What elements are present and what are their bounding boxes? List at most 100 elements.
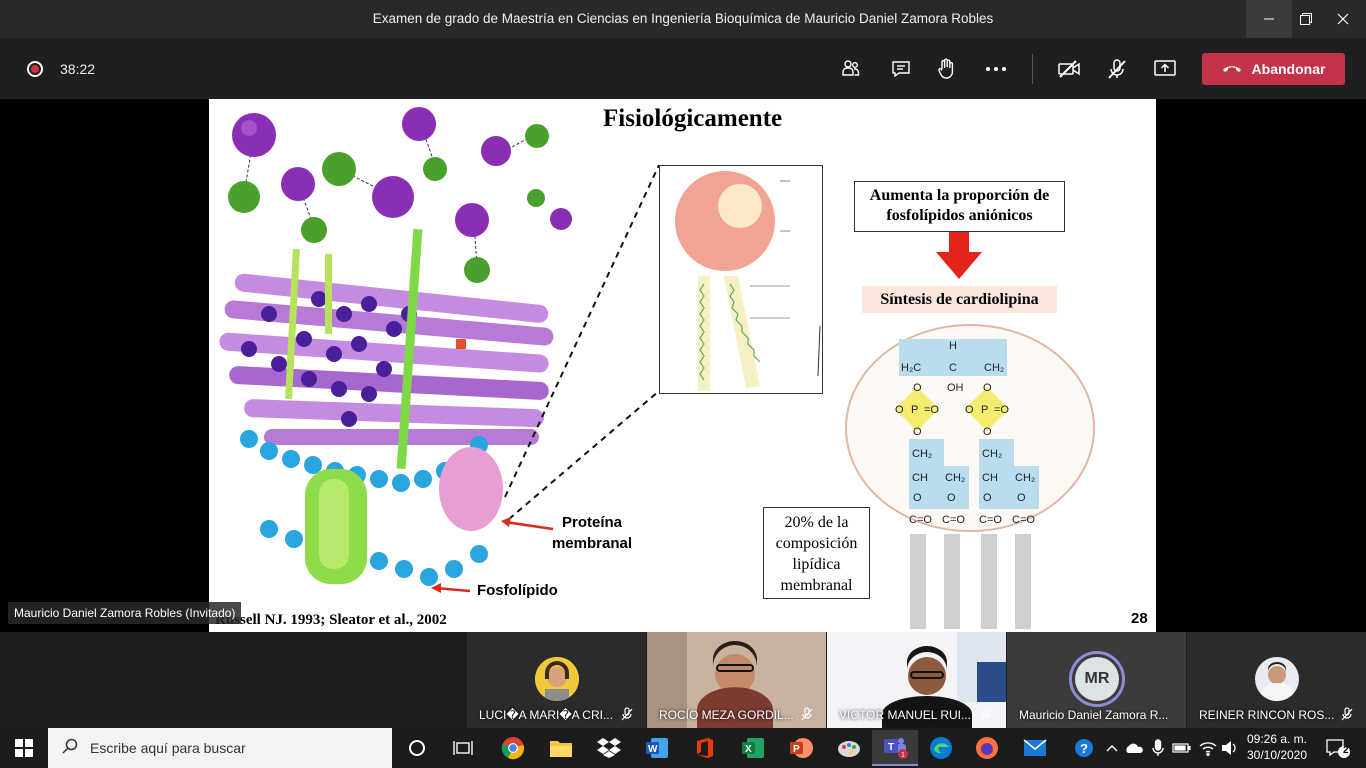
svg-text:=O: =O	[994, 404, 1009, 416]
svg-text:O: O	[983, 382, 992, 394]
svg-text:O: O	[947, 492, 956, 504]
label-membrane-protein: Proteína membranal	[551, 514, 633, 552]
svg-text:O: O	[913, 426, 922, 438]
onedrive-icon[interactable]	[1124, 738, 1144, 758]
callout-cardiolipin-synthesis: Síntesis de cardiolipina	[862, 286, 1057, 313]
svg-text:O: O	[913, 382, 922, 394]
help-icon[interactable]: ?	[1074, 738, 1094, 758]
paint-icon[interactable]	[826, 730, 872, 766]
mic-off-icon	[800, 707, 816, 723]
notification-center-icon[interactable]: 2	[1320, 732, 1354, 764]
teams-icon[interactable]: T1	[872, 730, 918, 766]
mic-off-icon[interactable]	[1104, 56, 1130, 82]
more-options-icon[interactable]	[983, 56, 1009, 82]
participant-name: Mauricio Daniel Zamora R...	[1019, 708, 1169, 722]
chrome-icon[interactable]	[490, 730, 536, 766]
hang-up-icon	[1222, 61, 1242, 77]
firefox-icon[interactable]	[964, 730, 1010, 766]
svg-text:O: O	[1017, 492, 1026, 504]
svg-text:P: P	[911, 404, 918, 416]
excel-icon[interactable]: X	[730, 730, 776, 766]
clock-time: 09:26 a. m.	[1246, 732, 1308, 746]
participant-tile[interactable]: REINER RINCON ROS...	[1187, 632, 1366, 728]
svg-text:OH: OH	[947, 382, 964, 394]
dropbox-icon[interactable]	[586, 730, 632, 766]
composition-note: 20% de la composición lipídica membranal	[763, 507, 870, 599]
mic-off-icon	[980, 707, 996, 723]
svg-text:C: C	[949, 362, 957, 374]
avatar: MR	[1069, 651, 1125, 707]
presenter-name-label: Mauricio Daniel Zamora Robles (Invitado)	[8, 602, 242, 624]
svg-text:O: O	[983, 426, 992, 438]
cardiolipin-structure: H H₂C C CH₂ OH OO O P =O O P =O OO CH₂ CH₂ CH CH…	[845, 324, 1095, 629]
windows-start-icon[interactable]	[0, 728, 48, 768]
callout-anionic-phospholipids: Aumenta la proporción de fosfolípidos an…	[854, 181, 1065, 232]
microphone-icon[interactable]	[1148, 738, 1168, 758]
svg-text:O: O	[913, 492, 922, 504]
camera-off-icon[interactable]	[1056, 56, 1082, 82]
svg-text:W: W	[648, 744, 658, 755]
svg-text:X: X	[745, 744, 752, 755]
svg-text:CH₂: CH₂	[984, 362, 1004, 374]
ions-illustration	[228, 107, 572, 283]
svg-text:C=O: C=O	[942, 514, 965, 526]
taskbar-clock[interactable]: 09:26 a. m. 30/10/2020	[1244, 731, 1310, 763]
window-titlebar: Examen de grado de Maestría en Ciencias …	[0, 0, 1366, 38]
toolbar-separator	[1032, 54, 1033, 84]
svg-text:CH: CH	[912, 472, 928, 484]
participant-tile[interactable]: VICTOR MANUEL RUI...	[827, 632, 1006, 728]
participant-name: REINER RINCON ROS...	[1199, 708, 1335, 722]
participant-name: ROCÍO MEZA GORDIL...	[659, 708, 794, 722]
share-screen-icon[interactable]	[1152, 56, 1178, 82]
search-icon	[62, 738, 78, 759]
svg-text:?: ?	[1080, 741, 1088, 756]
wifi-icon[interactable]	[1198, 738, 1218, 758]
avatar-initials: MR	[1075, 657, 1119, 701]
search-placeholder: Escribe aquí para buscar	[90, 740, 246, 756]
chat-icon[interactable]	[888, 56, 914, 82]
svg-text:H: H	[949, 340, 957, 352]
file-explorer-icon[interactable]	[538, 730, 584, 766]
participant-name: VICTOR MANUEL RUI...	[839, 708, 972, 722]
mail-icon[interactable]	[1012, 730, 1058, 766]
meeting-timer: 38:22	[60, 61, 96, 77]
svg-text:=O: =O	[924, 404, 939, 416]
svg-text:T: T	[888, 742, 894, 753]
close-button[interactable]	[1320, 0, 1366, 38]
svg-text:1: 1	[901, 752, 905, 759]
window-title: Examen de grado de Maestría en Ciencias …	[372, 11, 994, 26]
svg-text:CH₂: CH₂	[945, 472, 965, 484]
volume-icon[interactable]	[1220, 738, 1240, 758]
participant-tile[interactable]: ROCÍO MEZA GORDIL...	[647, 632, 826, 728]
notification-count: 2	[1343, 745, 1349, 756]
raise-hand-icon[interactable]	[934, 56, 960, 82]
avatar	[535, 657, 579, 701]
svg-text:C=O: C=O	[909, 514, 932, 526]
word-icon[interactable]: W	[634, 730, 680, 766]
taskbar-search-box[interactable]: Escribe aquí para buscar	[48, 728, 392, 768]
leave-call-label: Abandonar	[1251, 61, 1326, 77]
powerpoint-icon[interactable]: P	[778, 730, 824, 766]
mic-off-icon	[620, 707, 636, 723]
cortana-icon[interactable]	[394, 730, 440, 766]
membrane-illustration	[219, 229, 554, 586]
participant-tile[interactable]: LUCI�A MARI�A CRI...	[467, 632, 646, 728]
svg-text:CH₂: CH₂	[982, 448, 1002, 460]
shared-slide: H H₂C C CH₂ OH OO O P =O O P =O OO CH₂ CH₂ CH CH…	[209, 99, 1156, 632]
task-view-icon[interactable]	[440, 730, 486, 766]
label-phospholipid: Fosfolípido	[477, 582, 558, 599]
svg-text:CH₂: CH₂	[912, 448, 932, 460]
battery-icon[interactable]	[1172, 738, 1192, 758]
slide-citation: Russell NJ. 1993; Sleator et al., 2002	[215, 612, 447, 628]
svg-text:O: O	[965, 404, 974, 416]
leave-call-button[interactable]: Abandonar	[1202, 53, 1345, 85]
recording-icon	[27, 61, 43, 77]
svg-text:CH: CH	[982, 472, 998, 484]
participants-icon[interactable]	[838, 56, 864, 82]
svg-text:O: O	[895, 404, 904, 416]
svg-text:P: P	[793, 744, 800, 755]
edge-icon[interactable]	[918, 730, 964, 766]
participant-tile[interactable]: MR Mauricio Daniel Zamora R...	[1007, 632, 1186, 728]
chevron-up-icon[interactable]	[1102, 738, 1122, 758]
office-icon[interactable]	[682, 730, 728, 766]
